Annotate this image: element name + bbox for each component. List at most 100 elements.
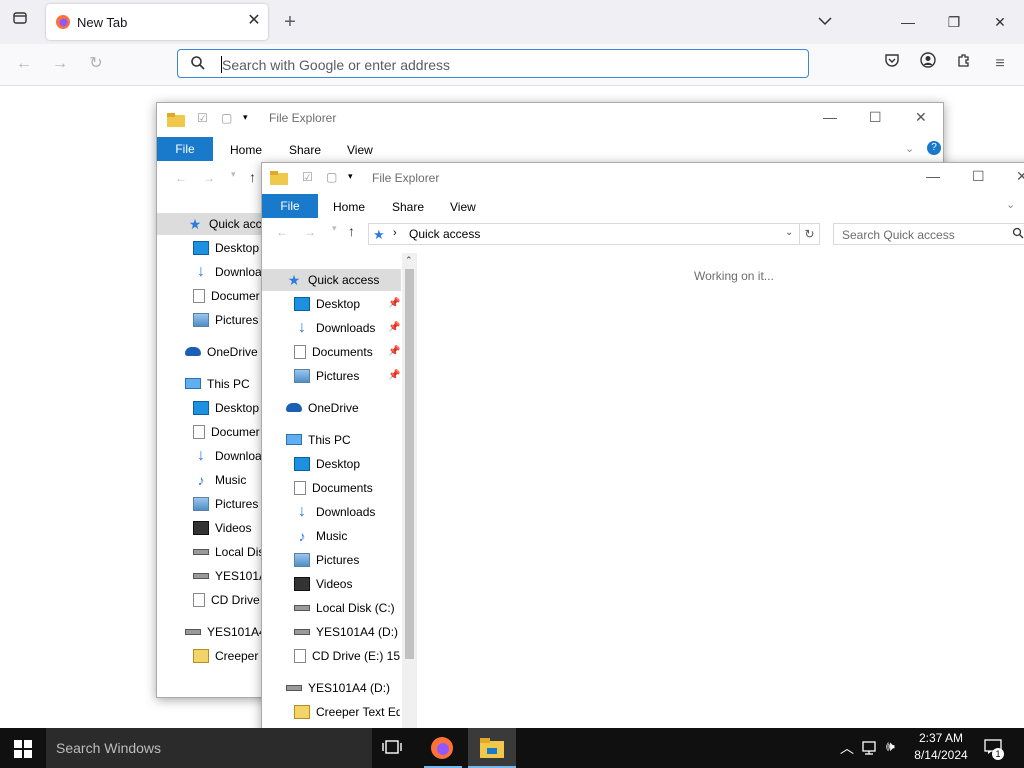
nav-pictures[interactable]: Pictures [193, 309, 258, 331]
nav-pc-cd-drive[interactable]: CD Drive [193, 589, 260, 611]
tab-share[interactable]: Share [289, 143, 321, 157]
nav-pc-music[interactable]: ♪ Music [193, 469, 247, 491]
nav-this-pc[interactable]: This PC [286, 429, 351, 451]
nav-pc-cd-drive[interactable]: CD Drive (E:) 15.0 [294, 645, 400, 667]
back-icon[interactable]: ← [12, 52, 36, 76]
nav-quick-access[interactable]: ★ Quick acce [157, 213, 268, 235]
nav-pictures[interactable]: Pictures 📌 [294, 365, 400, 387]
tab-new-tab[interactable]: New Tab ✕ [46, 4, 268, 40]
qat-dropdown-icon[interactable]: ▾ [348, 171, 353, 182]
windows-start-icon[interactable] [14, 740, 32, 761]
tab-view[interactable]: View [347, 143, 373, 157]
up-icon[interactable]: ↑ [348, 223, 355, 239]
clock-time[interactable]: 2:37 AM [914, 731, 968, 745]
nav-pc-desktop[interactable]: Desktop [294, 453, 360, 475]
forward-icon[interactable]: → [304, 225, 316, 239]
nav-pc-local-disk[interactable]: Local Disl [193, 541, 267, 563]
tab-file[interactable]: File [157, 137, 213, 161]
recent-dropdown-icon[interactable]: ▾ [231, 169, 236, 180]
minimize-icon[interactable]: — [926, 168, 940, 184]
nav-pc-downloads[interactable]: ↓ Downloa [193, 445, 262, 467]
new-folder-icon[interactable]: ▢ [326, 170, 337, 184]
taskbar-search[interactable]: Search Windows [46, 728, 372, 768]
minimize-icon[interactable]: — [823, 109, 837, 125]
nav-yes-drive[interactable]: YES101A4 ( [185, 621, 273, 643]
volume-icon[interactable]: 🕪 [886, 738, 895, 755]
nav-onedrive[interactable]: OneDrive [286, 397, 359, 419]
forward-icon[interactable]: → [48, 52, 72, 76]
close-window-icon[interactable]: ✕ [990, 12, 1010, 32]
refresh-icon[interactable]: ↻ [800, 223, 820, 245]
search-box[interactable]: Search Quick access [833, 223, 1024, 245]
maximize-icon[interactable]: ☐ [972, 168, 985, 185]
nav-pc-pictures[interactable]: Pictures [193, 493, 258, 515]
tab-home[interactable]: Home [230, 143, 262, 157]
pocket-icon[interactable] [880, 52, 904, 76]
nav-downloads[interactable]: ↓ Downloa [193, 261, 262, 283]
nav-scrollbar[interactable]: ⌃ ⌄ [402, 253, 417, 743]
extensions-icon[interactable] [952, 52, 976, 76]
nav-yes-drive[interactable]: YES101A4 (D:) [286, 677, 390, 699]
file-explorer-taskbar-button[interactable] [468, 728, 516, 768]
address-dropdown-icon[interactable]: ⌄ [785, 227, 793, 238]
scroll-thumb[interactable] [405, 269, 414, 659]
close-tab-icon[interactable]: ✕ [244, 11, 264, 31]
help-icon[interactable]: ? [927, 141, 941, 155]
nav-creeper[interactable]: Creeper T [193, 645, 269, 667]
expand-ribbon-icon[interactable]: ⌄ [905, 142, 914, 155]
properties-icon[interactable]: ☑ [197, 111, 208, 125]
nav-pc-pictures[interactable]: Pictures [294, 549, 359, 571]
nav-pc-desktop[interactable]: Desktop [193, 397, 259, 419]
tab-share[interactable]: Share [392, 200, 424, 214]
tab-view[interactable]: View [450, 200, 476, 214]
reload-icon[interactable]: ↻ [84, 52, 108, 76]
up-icon[interactable]: ↑ [249, 169, 256, 185]
show-hidden-icons-chevron-icon[interactable]: ︿ [840, 738, 854, 758]
new-tab-plus-icon[interactable]: + [278, 10, 302, 34]
scroll-up-icon[interactable]: ⌃ [405, 255, 413, 266]
nav-pc-local-disk[interactable]: Local Disk (C:) [294, 597, 395, 619]
firefox-taskbar-icon[interactable] [430, 736, 454, 763]
tab-list-icon[interactable] [8, 10, 32, 34]
minimize-icon[interactable]: — [898, 12, 918, 32]
maximize-icon[interactable]: ☐ [869, 109, 882, 126]
task-view-icon[interactable] [382, 739, 402, 758]
close-icon[interactable]: ✕ [915, 109, 927, 126]
account-icon[interactable] [916, 52, 940, 76]
url-bar[interactable]: Search with Google or enter address [177, 49, 809, 78]
nav-pc-documents[interactable]: Documer [193, 421, 260, 443]
nav-creeper[interactable]: Creeper Text Edit [294, 701, 400, 723]
tab-file[interactable]: File [262, 194, 318, 218]
qat-dropdown-icon[interactable]: ▾ [243, 112, 248, 123]
network-icon[interactable] [862, 740, 880, 759]
nav-pc-videos[interactable]: Videos [294, 573, 352, 595]
clock-date[interactable]: 8/14/2024 [910, 748, 972, 762]
recent-dropdown-icon[interactable]: ▾ [332, 223, 337, 234]
nav-pc-music[interactable]: ♪ Music [294, 525, 348, 547]
nav-pc-downloads[interactable]: ↓ Downloads [294, 501, 375, 523]
tab-home[interactable]: Home [333, 200, 365, 214]
nav-this-pc[interactable]: This PC [185, 373, 250, 395]
back-icon[interactable]: ← [276, 225, 288, 239]
nav-pc-documents[interactable]: Documents [294, 477, 373, 499]
expand-ribbon-icon[interactable]: ⌄ [1006, 198, 1015, 211]
new-folder-icon[interactable]: ▢ [221, 111, 232, 125]
chevron-down-icon[interactable] [813, 10, 837, 34]
nav-pc-videos[interactable]: Videos [193, 517, 251, 539]
file-explorer-window-front[interactable]: ☑ ▢ ▾ File Explorer — ☐ ✕ File Home Shar… [261, 162, 1024, 744]
nav-pc-yes-drive[interactable]: YES101A4 (D:) [294, 621, 398, 643]
nav-quick-access[interactable]: ★ Quick access [262, 269, 401, 291]
maximize-icon[interactable]: ❐ [944, 12, 964, 32]
nav-documents[interactable]: Documents 📌 [294, 341, 400, 363]
address-bar[interactable]: ★ › Quick access ⌄ [368, 223, 800, 245]
nav-desktop[interactable]: Desktop 📌 [294, 293, 400, 315]
close-icon[interactable]: ✕ [1016, 168, 1024, 185]
nav-desktop[interactable]: Desktop [193, 237, 259, 259]
nav-documents[interactable]: Documer [193, 285, 260, 307]
nav-downloads[interactable]: ↓ Downloads 📌 [294, 317, 400, 339]
back-icon[interactable]: ← [175, 171, 187, 185]
menu-icon[interactable]: ≡ [988, 52, 1012, 76]
forward-icon[interactable]: → [203, 171, 215, 185]
nav-onedrive[interactable]: OneDrive [185, 341, 258, 363]
properties-icon[interactable]: ☑ [302, 170, 313, 184]
